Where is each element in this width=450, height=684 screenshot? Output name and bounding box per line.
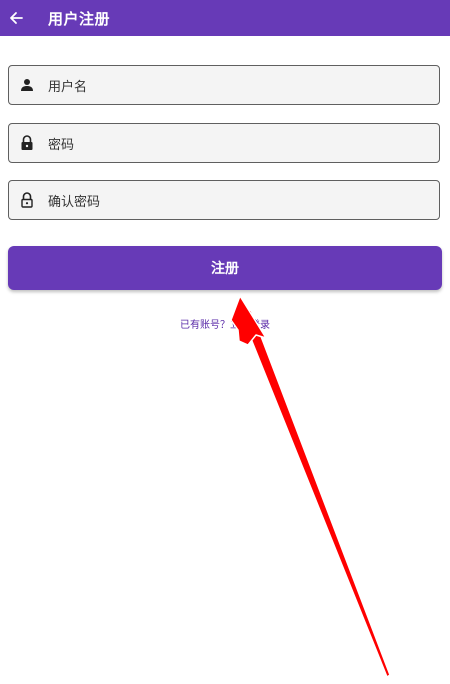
lock-open-icon: [19, 192, 35, 208]
app-bar: 用户注册: [0, 0, 450, 36]
login-link[interactable]: 已有账号？立即登录: [0, 316, 450, 331]
lock-closed-icon: [19, 135, 35, 151]
username-placeholder: 用户名: [48, 79, 88, 95]
password-placeholder: 密码: [48, 137, 75, 153]
page-title: 用户注册: [48, 9, 111, 28]
password-field[interactable]: 密码: [8, 123, 440, 163]
confirm-password-placeholder: 确认密码: [48, 194, 101, 210]
person-icon: [19, 77, 35, 93]
arrow-left-icon: [10, 12, 23, 24]
annotation-arrow-shaft: [240, 309, 391, 678]
confirm-password-field[interactable]: 确认密码: [8, 180, 440, 220]
register-button[interactable]: 注册: [8, 246, 442, 290]
username-field[interactable]: 用户名: [8, 65, 440, 105]
back-button[interactable]: [0, 0, 34, 36]
